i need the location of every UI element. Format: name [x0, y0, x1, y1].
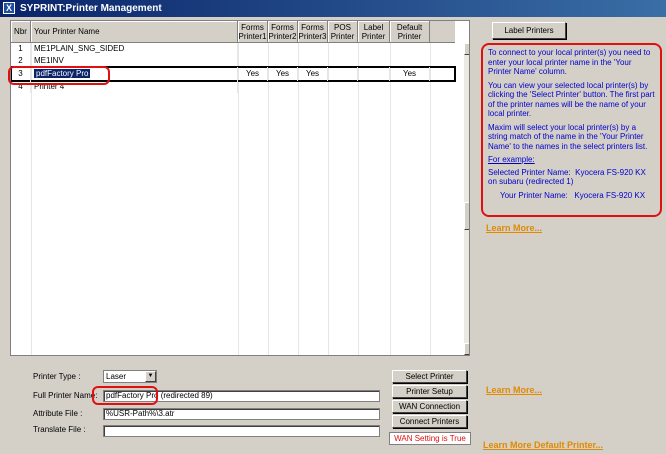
- full-printer-name-label: Full Printer Name:: [33, 391, 98, 400]
- example-your-printer: Your Printer Name: Kyocera FS-920 KX: [488, 191, 655, 201]
- scroll-thumb[interactable]: [464, 202, 469, 230]
- printer-type-value: Laser: [106, 372, 127, 381]
- col-header-forms-printer1[interactable]: Forms Printer1: [238, 21, 268, 43]
- scroll-up-icon[interactable]: ▲: [464, 43, 469, 55]
- learn-more-link[interactable]: Learn More...: [486, 385, 542, 395]
- col-header-forms-printer2[interactable]: Forms Printer2: [268, 21, 298, 43]
- printer-type-select[interactable]: Laser ▼: [103, 370, 157, 383]
- annotation-highlight-oval: [92, 386, 158, 405]
- example-label: Your Printer Name:: [500, 190, 568, 200]
- app-x-icon: X: [3, 2, 15, 14]
- instructions-paragraph: Maxim will select your local printer(s) …: [488, 122, 648, 151]
- translate-file-label: Translate File :: [33, 425, 86, 434]
- wan-status-badge: WAN Setting is True: [389, 432, 471, 445]
- col-header-printer-name[interactable]: Your Printer Name: [31, 21, 238, 43]
- grid-header: Nbr Your Printer Name Forms Printer1 For…: [11, 21, 455, 43]
- col-header-label-printer[interactable]: Label Printer: [358, 21, 390, 43]
- instructions-panel: To connect to your local printer(s) you …: [481, 43, 662, 217]
- select-printer-button[interactable]: Select Printer: [392, 370, 467, 383]
- col-header-nbr[interactable]: Nbr: [11, 21, 31, 43]
- scroll-down-icon[interactable]: ▼: [464, 343, 469, 355]
- row-forms-printer2[interactable]: Yes: [268, 67, 298, 81]
- col-header-forms-printer3[interactable]: Forms Printer3: [298, 21, 328, 43]
- chevron-down-icon[interactable]: ▼: [145, 371, 156, 382]
- grid-rows: 1 ME1PLAIN_SNG_SIDED 2 ME1INV 3 pdfFacto…: [11, 43, 456, 355]
- attribute-file-field[interactable]: %USR-Path%\3.atr: [103, 408, 380, 420]
- connect-printers-button[interactable]: Connect Printers: [392, 415, 467, 428]
- annotation-highlight-oval: [8, 66, 110, 85]
- instructions-paragraph: To connect to your local printer(s) you …: [488, 48, 651, 76]
- instructions-paragraph: You can view your selected local printer…: [488, 80, 655, 119]
- grid-vertical-scrollbar[interactable]: ▲ ▼: [464, 43, 469, 355]
- printer-details-form: Printer Type : Laser ▼ Full Printer Name…: [10, 358, 471, 454]
- col-header-default-printer[interactable]: Default Printer: [390, 21, 430, 43]
- row-nbr: 1: [11, 43, 31, 55]
- printer-setup-button[interactable]: Printer Setup: [392, 385, 467, 398]
- row-printer-name[interactable]: ME1PLAIN_SNG_SIDED: [31, 43, 238, 55]
- wan-connection-button[interactable]: WAN Connection: [392, 400, 467, 413]
- printer-type-label: Printer Type :: [33, 372, 81, 381]
- window-title: SYPRINT:Printer Management: [20, 3, 162, 14]
- example-selected-printer: Selected Printer Name: Kyocera FS-920 KX…: [488, 168, 655, 187]
- row-pos-printer[interactable]: [328, 67, 358, 81]
- example-label: Selected Printer Name:: [488, 167, 571, 177]
- example-value: Kyocera FS-920 KX: [574, 190, 646, 200]
- learn-more-default-printer-link[interactable]: Learn More Default Printer...: [483, 440, 603, 450]
- row-default-printer[interactable]: Yes: [390, 67, 430, 81]
- label-printers-button[interactable]: Label Printers: [492, 22, 566, 39]
- learn-more-link[interactable]: Learn More...: [486, 223, 542, 233]
- attribute-file-label: Attribute File :: [33, 409, 83, 418]
- title-bar: X SYPRINT:Printer Management: [0, 0, 666, 17]
- table-row[interactable]: 1 ME1PLAIN_SNG_SIDED: [11, 43, 455, 55]
- example-heading: For example:: [488, 155, 535, 164]
- row-forms-printer3[interactable]: Yes: [298, 67, 328, 81]
- full-printer-name-suffix: (redirected 89): [158, 391, 213, 400]
- col-header-pos-printer[interactable]: POS Printer: [328, 21, 358, 43]
- translate-file-field[interactable]: [103, 425, 380, 437]
- row-label-printer[interactable]: [358, 67, 390, 81]
- row-forms-printer1[interactable]: Yes: [238, 67, 268, 81]
